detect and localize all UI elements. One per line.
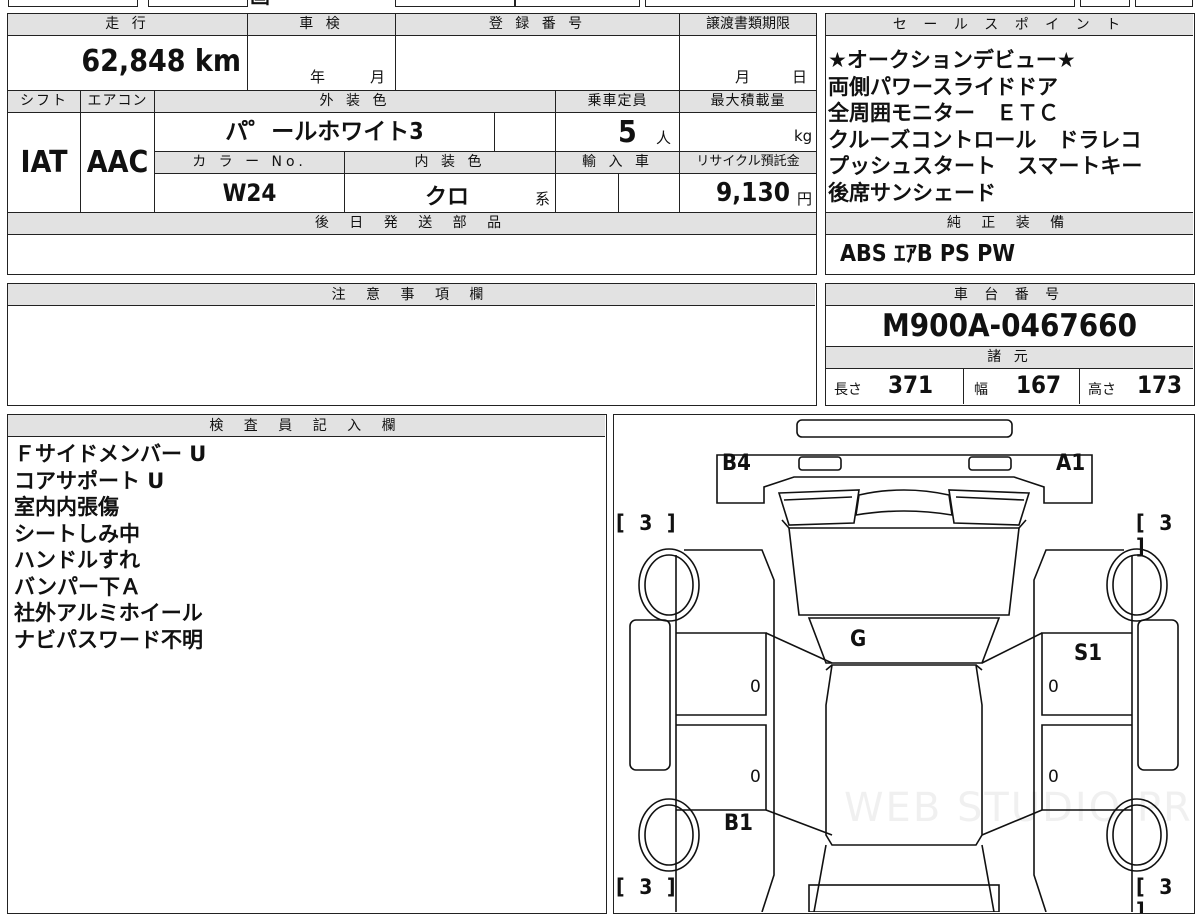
mileage-unit: km: [194, 44, 241, 79]
later-parts-value: [8, 235, 816, 273]
mark-g: G: [850, 627, 867, 652]
sales-point-item: 両側パワースライドドア: [828, 74, 1058, 99]
inspector-note: シートしみ中: [14, 521, 140, 546]
label-specs: 諸 元: [826, 347, 1193, 369]
recycle-fee-number: 9,130: [716, 178, 790, 208]
label-mileage: 走 行: [8, 14, 248, 36]
inspector-note: コアサポート U: [14, 468, 165, 493]
sales-point-item: ★オークションデビュー★: [828, 48, 1076, 72]
max-load-value: kg: [680, 113, 816, 151]
spec-length-label: 長さ: [834, 382, 862, 398]
label-aircon: エアコン: [81, 91, 155, 113]
sales-point-item: クルーズコントロール ドラレコ: [828, 127, 1142, 152]
label-import: 輸 入 車: [556, 152, 680, 174]
sales-point-item: 後席サンシェード: [828, 180, 996, 205]
chassis-specs-box: 車 台 番 号 M900A-0467660 諸 元 長さ 371 幅 167 高…: [825, 283, 1195, 406]
spec-length: 長さ 371: [826, 369, 964, 404]
watermark: WEB STUDIO PRO: [844, 785, 1195, 831]
mark-b4: B4: [722, 451, 751, 476]
inspector-note: ナビパスワード不明: [14, 627, 203, 652]
sales-point-item: 全周囲モニター ＥＴＣ: [828, 101, 1059, 125]
label-registration: 登 録 番 号: [396, 14, 680, 36]
inspector-note: バンパー下Ａ: [14, 574, 142, 599]
mileage-number: 62,848: [81, 44, 186, 79]
tire-front-right: [ 3 ]: [1136, 511, 1177, 559]
label-genuine-equipment: 純 正 装 備: [826, 213, 1193, 235]
top-partial-text: 画: [250, 0, 390, 8]
inspection-month-unit: 月: [370, 68, 386, 86]
registration-value: [396, 36, 680, 90]
mark-s1: S1: [1074, 641, 1103, 666]
import-value: [556, 174, 680, 212]
tire-front-left: [ 3 ]: [616, 511, 680, 535]
inspector-note: 室内内張傷: [14, 495, 119, 519]
inspector-note: 社外アルミホイール: [14, 601, 203, 625]
car-diagram: [629, 419, 1179, 912]
color-no-value: W24: [155, 174, 345, 212]
transfer-deadline-value: 月 日: [680, 36, 816, 90]
label-exterior-color: 外 装 色: [155, 91, 556, 113]
car-diagram-box: [ 3 ] [ 3 ] [ 3 ] [ 3 ] B4 A1 G S1 B1 0 …: [613, 414, 1195, 914]
label-chassis-no: 車 台 番 号: [826, 284, 1193, 306]
interior-color-suffix: 系: [535, 190, 551, 208]
recycle-fee-unit: 円: [796, 190, 812, 208]
label-inspection: 車 検: [248, 14, 396, 36]
caution-box: 注 意 事 項 欄: [7, 283, 817, 406]
capacity-number: 5: [618, 115, 637, 150]
max-load-unit: kg: [794, 127, 813, 145]
mark-b1: B1: [724, 811, 753, 836]
spec-width-value: 167: [1016, 371, 1062, 399]
deadline-month-unit: 月: [735, 68, 751, 86]
spec-height: 高さ 173: [1080, 369, 1193, 404]
label-recycle: リサイクル預託金: [680, 152, 816, 174]
sales-points-list: ★オークションデビュー★ 両側パワースライドドア 全周囲モニター ＥＴＣ クルー…: [828, 47, 1190, 206]
inspector-notes-box: 検 査 員 記 入 欄 Ｆサイドメンバー U コアサポート U 室内内張傷 シー…: [7, 414, 607, 914]
interior-color-text: クロ: [425, 185, 470, 210]
label-inspector: 検 査 員 記 入 欄: [8, 415, 605, 437]
label-caution: 注 意 事 項 欄: [8, 284, 815, 306]
capacity-value: 5 人: [556, 113, 680, 151]
inspector-note: ハンドルすれ: [14, 548, 140, 572]
mark-a1: A1: [1056, 451, 1086, 476]
label-max-load: 最大積載量: [680, 91, 816, 113]
label-shift: シフト: [8, 91, 81, 113]
tire-rear-left: [ 3 ]: [616, 875, 680, 899]
recycle-fee-value: 9,130 円: [680, 174, 816, 212]
label-later-parts: 後 日 発 送 部 品: [8, 213, 816, 235]
genuine-equipment-value: ABS ｴｱB PS PW: [840, 241, 1016, 267]
aircon-value: AAC: [81, 113, 155, 212]
exterior-color-extra: [495, 113, 556, 151]
door-left-rear-value: 0: [750, 767, 761, 787]
mileage-value: 62,848 km: [8, 36, 248, 90]
inspector-notes-list: Ｆサイドメンバー U コアサポート U 室内内張傷 シートしみ中 ハンドルすれ …: [14, 441, 594, 653]
door-right-front-value: 0: [1048, 677, 1059, 697]
inspection-year-unit: 年: [310, 68, 326, 86]
spec-length-value: 371: [888, 371, 934, 399]
door-right-rear-value: 0: [1048, 767, 1059, 787]
exterior-color-value: パ゜ールホワイト3: [155, 113, 495, 151]
deadline-day-unit: 日: [792, 68, 808, 86]
spec-width: 幅 167: [964, 369, 1080, 404]
label-capacity: 乗車定員: [556, 91, 680, 113]
top-strip: 画: [0, 0, 1200, 8]
vehicle-info-table: 走 行 車 検 登 録 番 号 譲渡書類期限 62,848 km 年 月 月 日…: [7, 13, 817, 275]
label-interior-color: 内 装 色: [345, 152, 556, 174]
spec-height-value: 173: [1137, 371, 1183, 399]
tire-rear-right: [ 3 ]: [1136, 875, 1177, 914]
sales-points-box: セ ー ル ス ポ イ ン ト ★オークションデビュー★ 両側パワースライドドア…: [825, 13, 1195, 275]
label-transfer-deadline: 譲渡書類期限: [680, 14, 816, 36]
chassis-no-value: M900A-0467660: [882, 308, 1137, 344]
label-sales-points: セ ー ル ス ポ イ ン ト: [826, 14, 1193, 36]
interior-color-value: クロ 系: [345, 174, 556, 212]
label-color-no: カ ラ ー No.: [155, 152, 345, 174]
capacity-unit: 人: [656, 129, 672, 147]
shift-value: IAT: [8, 113, 81, 212]
sales-point-item: プッシュスタート スマートキー: [828, 154, 1143, 178]
inspection-value: 年 月: [248, 36, 396, 90]
spec-height-label: 高さ: [1088, 382, 1116, 398]
spec-width-label: 幅: [974, 382, 988, 398]
door-left-front-value: 0: [750, 677, 761, 697]
inspector-note: Ｆサイドメンバー U: [14, 442, 207, 466]
